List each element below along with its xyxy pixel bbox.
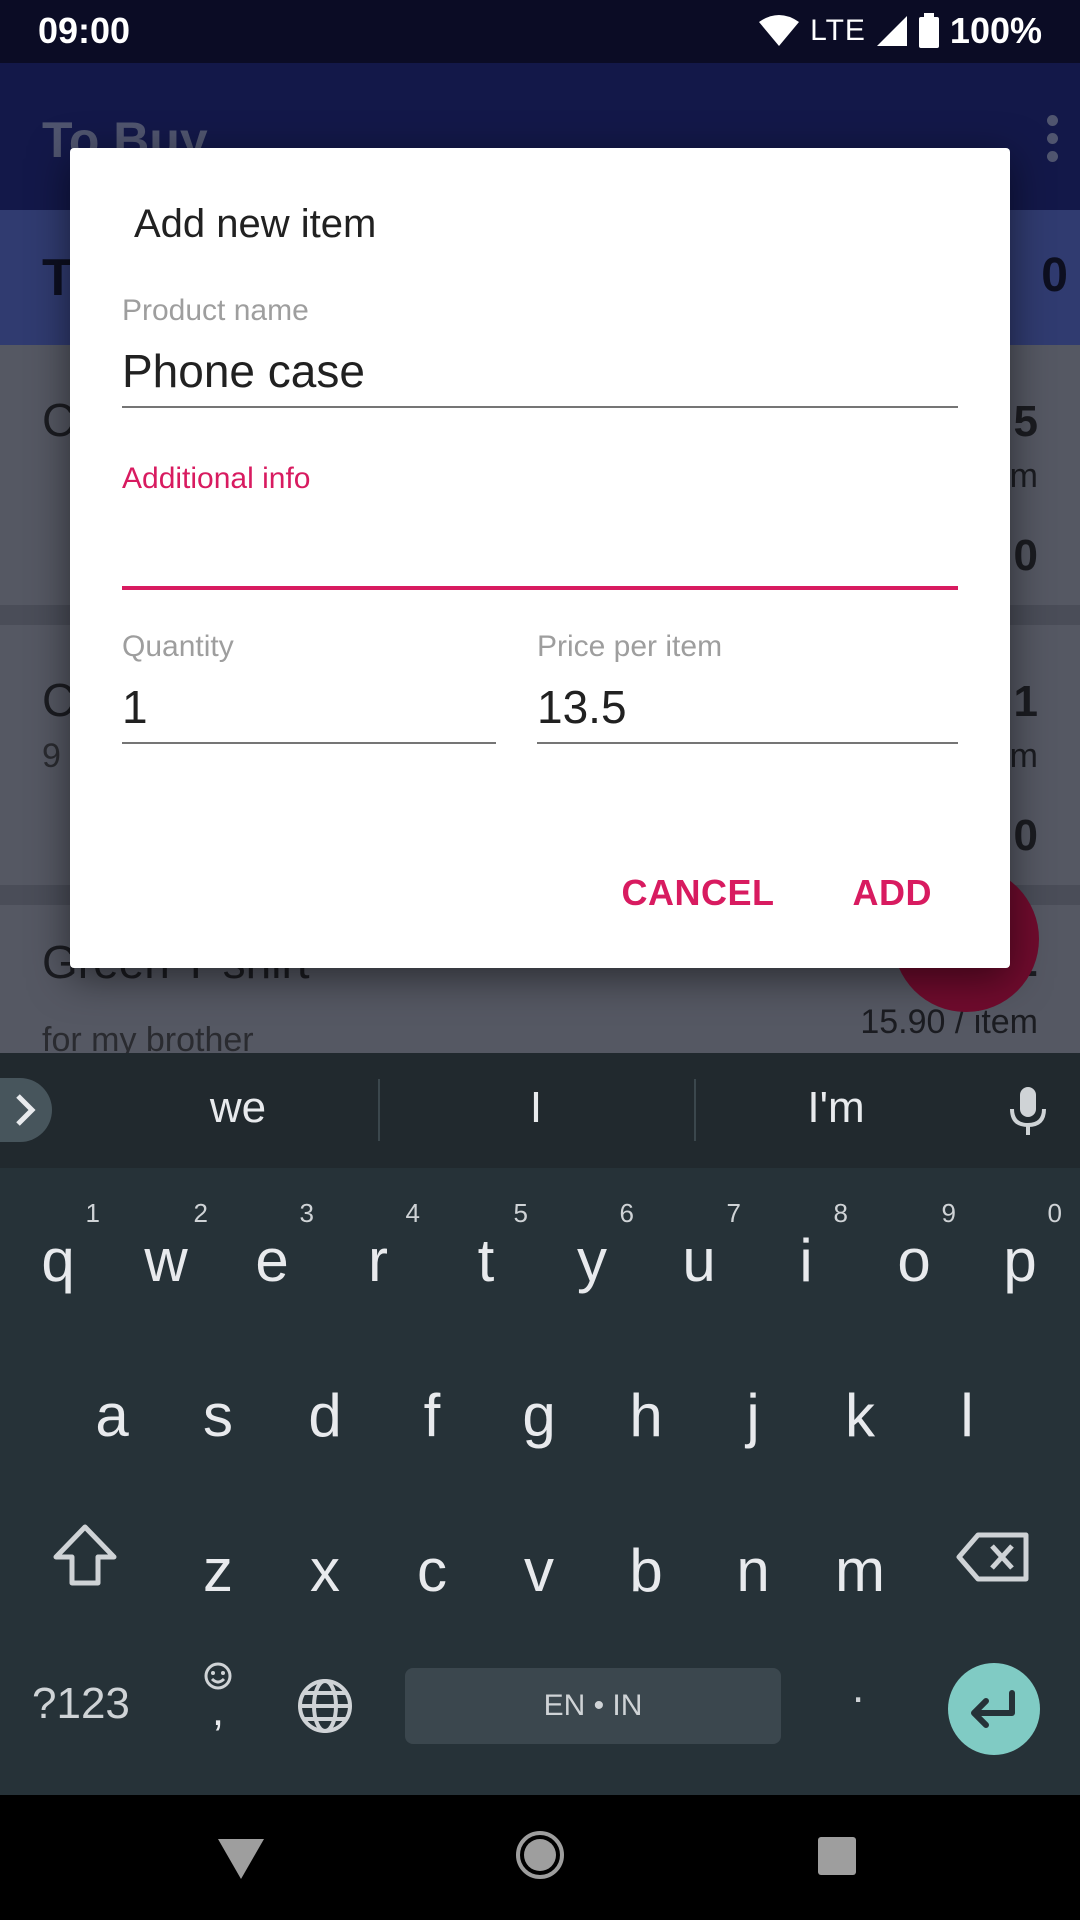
enter-icon	[971, 1690, 1015, 1728]
add-button[interactable]: ADD	[853, 872, 933, 914]
status-bar: 09:00 LTE 100%	[0, 0, 1080, 63]
enter-key[interactable]	[948, 1663, 1040, 1755]
shift-icon	[53, 1524, 117, 1586]
suggestion-3[interactable]: I'm	[686, 1083, 986, 1133]
globe-icon	[298, 1679, 352, 1733]
key-r[interactable]: r4	[324, 1188, 432, 1318]
summary-title: T	[42, 249, 74, 307]
quantity-input[interactable]	[122, 678, 496, 736]
key-x[interactable]: x	[271, 1498, 379, 1628]
backspace-icon	[956, 1532, 1029, 1582]
key-i[interactable]: i8	[752, 1188, 860, 1318]
key-t[interactable]: t5	[432, 1188, 540, 1318]
back-button[interactable]	[216, 1835, 266, 1886]
product-name-label: Product name	[122, 294, 309, 327]
dialog-title: Add new item	[134, 202, 377, 246]
additional-info-field: Additional info	[122, 462, 958, 590]
item-info: 9	[42, 737, 61, 775]
key-b[interactable]: b	[592, 1498, 700, 1628]
navigation-bar	[0, 1795, 1080, 1920]
additional-info-input[interactable]	[122, 510, 958, 580]
item-price: m	[1009, 457, 1038, 495]
quantity-label: Quantity	[122, 630, 234, 663]
suggestion-divider	[378, 1079, 380, 1141]
item-price: m	[1009, 737, 1038, 775]
item-total: 0	[1013, 531, 1038, 580]
key-w[interactable]: w2	[112, 1188, 220, 1318]
status-icons: LTE 100%	[758, 10, 1042, 52]
summary-value: 0	[1041, 249, 1068, 302]
key-s[interactable]: s	[164, 1343, 272, 1473]
product-name-underline	[122, 406, 958, 408]
key-z[interactable]: z	[164, 1498, 272, 1628]
soft-keyboard: we I I'm q1 w2 e3 r4 t5 y6 u7 i8 o9 p0 a…	[0, 1053, 1080, 1795]
recents-icon	[818, 1837, 856, 1875]
toolbar-toggle-button[interactable]	[0, 1078, 52, 1142]
key-h[interactable]: h	[592, 1343, 700, 1473]
key-l[interactable]: l	[913, 1343, 1021, 1473]
key-n[interactable]: n	[699, 1498, 807, 1628]
recents-button[interactable]	[816, 1835, 858, 1882]
add-item-dialog: Add new item Product name Additional inf…	[70, 148, 1010, 968]
key-a[interactable]: a	[58, 1343, 166, 1473]
emoji-comma-key[interactable]: ,	[198, 1661, 238, 1735]
price-input[interactable]	[537, 678, 958, 736]
status-time: 09:00	[38, 10, 131, 51]
key-k[interactable]: k	[806, 1343, 914, 1473]
key-e[interactable]: e3	[218, 1188, 326, 1318]
cancel-button[interactable]: CANCEL	[622, 872, 775, 914]
suggestion-2[interactable]: I	[386, 1083, 686, 1133]
suggestion-bar: we I I'm	[0, 1053, 1080, 1168]
back-icon	[218, 1839, 264, 1879]
chevron-right-icon	[16, 1094, 36, 1126]
period-key[interactable]: .	[852, 1663, 864, 1713]
wifi-icon	[759, 15, 800, 46]
key-d[interactable]: d	[271, 1343, 379, 1473]
key-j[interactable]: j	[699, 1343, 807, 1473]
additional-info-underline	[122, 586, 958, 590]
mic-icon	[1010, 1087, 1046, 1135]
key-m[interactable]: m	[806, 1498, 914, 1628]
home-button[interactable]	[514, 1829, 566, 1886]
dialog-actions: CANCEL ADD	[622, 872, 933, 914]
comma-label: ,	[211, 1686, 225, 1735]
quantity-underline	[122, 742, 496, 744]
backspace-key[interactable]	[956, 1531, 1030, 1588]
shift-key[interactable]	[50, 1523, 120, 1592]
additional-info-label: Additional info	[122, 462, 311, 495]
suggestion-1[interactable]: we	[88, 1083, 388, 1133]
product-name-input[interactable]	[122, 342, 958, 400]
symbols-key[interactable]: ?123	[32, 1679, 130, 1729]
key-v[interactable]: v	[485, 1498, 593, 1628]
network-type: LTE	[810, 14, 866, 47]
item-total: 0	[1013, 811, 1038, 860]
quantity-field: Quantity	[122, 630, 496, 744]
battery-percent: 100%	[949, 10, 1042, 51]
key-g[interactable]: g	[485, 1343, 593, 1473]
language-key[interactable]	[296, 1677, 354, 1740]
more-vert-icon	[1044, 115, 1060, 167]
space-key[interactable]: EN • IN	[405, 1668, 781, 1744]
key-y[interactable]: y6	[538, 1188, 646, 1318]
mic-button[interactable]	[1008, 1085, 1048, 1142]
key-f[interactable]: f	[378, 1343, 486, 1473]
price-label: Price per item	[537, 630, 723, 663]
battery-icon	[918, 13, 939, 48]
key-o[interactable]: o9	[860, 1188, 968, 1318]
key-p[interactable]: p0	[966, 1188, 1074, 1318]
home-icon	[516, 1831, 564, 1879]
price-underline	[537, 742, 958, 744]
signal-icon	[876, 16, 907, 46]
item-quantity: 1	[1013, 677, 1038, 726]
product-name-field: Product name	[122, 294, 958, 408]
key-c[interactable]: c	[378, 1498, 486, 1628]
price-field: Price per item	[537, 630, 958, 744]
item-quantity: 5	[1013, 397, 1038, 446]
key-u[interactable]: u7	[645, 1188, 753, 1318]
key-q[interactable]: q1	[4, 1188, 112, 1318]
